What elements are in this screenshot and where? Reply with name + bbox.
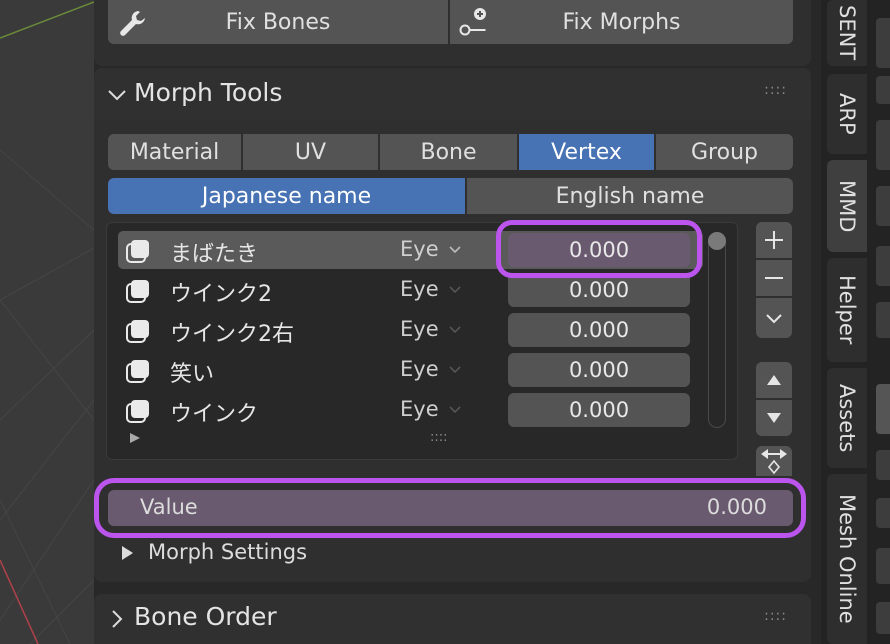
chevron-down-icon	[108, 90, 126, 101]
morph-value-field[interactable]: 0.000	[508, 393, 690, 427]
shape-key-icon	[126, 280, 149, 303]
move-up-button[interactable]	[756, 362, 792, 398]
edge-tab[interactable]	[876, 450, 890, 480]
shape-key-icon	[126, 240, 149, 263]
add-morph-button[interactable]	[756, 222, 792, 258]
morph-tools-header[interactable]: Morph Tools ::::	[94, 68, 811, 120]
edge-tab[interactable]	[876, 246, 890, 286]
morph-value-field[interactable]: 0.000	[508, 273, 690, 307]
tab-vertex[interactable]: Vertex	[519, 134, 654, 170]
fix-morphs-label: Fix Morphs	[562, 9, 681, 35]
minus-icon	[765, 277, 783, 279]
morph-name[interactable]: ウインク	[170, 396, 258, 428]
value-number: 0.000	[706, 495, 767, 519]
tab-group[interactable]: Group	[656, 134, 793, 170]
morph-category[interactable]: Eye	[400, 237, 439, 261]
tab-assets-label: Assets	[835, 383, 859, 453]
chevron-down-icon[interactable]	[448, 243, 462, 257]
move-down-button[interactable]	[756, 400, 792, 436]
morph-name[interactable]: ウインク2右	[170, 316, 294, 348]
chevron-down-icon[interactable]	[448, 363, 462, 377]
tab-arp[interactable]: ARP	[827, 74, 867, 154]
move-top-bottom-button[interactable]	[756, 446, 792, 476]
morph-value-field[interactable]: 0.000	[508, 313, 690, 347]
morph-value-field[interactable]: 0.000	[508, 233, 690, 267]
triangle-right-icon	[122, 546, 133, 560]
move-both-icon	[761, 449, 787, 475]
list-scrollbar[interactable]	[708, 232, 726, 428]
fix-bones-button[interactable]: Fix Bones	[108, 0, 448, 44]
morph-category[interactable]: Eye	[400, 357, 439, 381]
chevron-down-icon[interactable]	[448, 403, 462, 417]
fix-morphs-button[interactable]: Fix Morphs	[450, 0, 793, 44]
shape-key-icon	[126, 400, 149, 423]
chevron-down-icon	[766, 314, 782, 324]
chevron-down-icon[interactable]	[448, 283, 462, 297]
plus-icon	[765, 231, 783, 249]
fix-bones-label: Fix Bones	[225, 9, 331, 35]
tab-helper[interactable]: Helper	[827, 258, 867, 362]
wrench-icon	[120, 11, 145, 36]
tab-mesh-online-label: Mesh Online	[835, 494, 859, 624]
tab-english-name[interactable]: English name	[467, 178, 793, 214]
edge-tab[interactable]	[876, 498, 890, 528]
expand-filter-icon[interactable]	[128, 431, 142, 445]
morph-category[interactable]: Eye	[400, 317, 439, 341]
edge-tab[interactable]	[876, 302, 890, 338]
morph-tools-title: Morph Tools	[134, 78, 283, 107]
triangle-down-icon	[767, 413, 781, 423]
chevron-down-icon[interactable]	[448, 323, 462, 337]
chevron-right-icon	[112, 610, 123, 628]
bone-order-header[interactable]: Bone Order ::::	[94, 594, 811, 644]
tab-japanese-name[interactable]: Japanese name	[108, 178, 465, 214]
tab-bone[interactable]: Bone	[380, 134, 517, 170]
value-slider[interactable]: Value 0.000	[108, 490, 793, 526]
tab-helper-label: Helper	[835, 275, 859, 345]
shape-key-icon	[126, 360, 149, 383]
edge-tab[interactable]	[876, 384, 890, 434]
tab-assets[interactable]: Assets	[827, 368, 867, 468]
tab-sent[interactable]: SENT	[827, 0, 867, 66]
edge-tab[interactable]	[876, 18, 890, 68]
list-resize-grip-icon[interactable]: ::::	[430, 430, 448, 445]
morph-name[interactable]: ウインク2	[170, 276, 272, 308]
specials-menu-button[interactable]	[756, 298, 792, 338]
morph-settings-toggle[interactable]: Morph Settings	[118, 538, 518, 568]
morph-value-field[interactable]: 0.000	[508, 353, 690, 387]
tab-mmd[interactable]: MMD	[827, 160, 867, 252]
drag-grip-icon[interactable]: ::::	[764, 82, 787, 98]
tab-uv[interactable]: UV	[243, 134, 378, 170]
scrollbar-thumb[interactable]	[708, 232, 726, 250]
shape-key-add-icon	[459, 8, 486, 36]
morph-name[interactable]: 笑い	[170, 356, 214, 388]
morph-settings-label: Morph Settings	[148, 540, 308, 564]
edge-tab[interactable]	[876, 76, 890, 104]
morph-category[interactable]: Eye	[400, 277, 439, 301]
edge-tab[interactable]	[876, 548, 890, 584]
remove-morph-button[interactable]	[756, 260, 792, 296]
drag-grip-icon[interactable]: ::::	[764, 608, 787, 624]
3d-viewport[interactable]	[0, 0, 94, 644]
triangle-up-icon	[767, 375, 781, 385]
shape-key-icon	[126, 320, 149, 343]
edge-tab[interactable]	[876, 120, 890, 170]
tab-mmd-label: MMD	[835, 179, 859, 233]
tab-arp-label: ARP	[835, 93, 859, 135]
tab-material[interactable]: Material	[108, 134, 241, 170]
bone-order-title: Bone Order	[134, 602, 277, 631]
morph-category[interactable]: Eye	[400, 397, 439, 421]
morph-name[interactable]: まばたき	[170, 236, 258, 268]
tab-sent-label: SENT	[835, 5, 859, 61]
tab-mesh-online[interactable]: Mesh Online	[827, 474, 867, 644]
edge-tab[interactable]	[876, 602, 890, 634]
edge-tab[interactable]	[876, 186, 890, 226]
value-label: Value	[140, 495, 198, 519]
